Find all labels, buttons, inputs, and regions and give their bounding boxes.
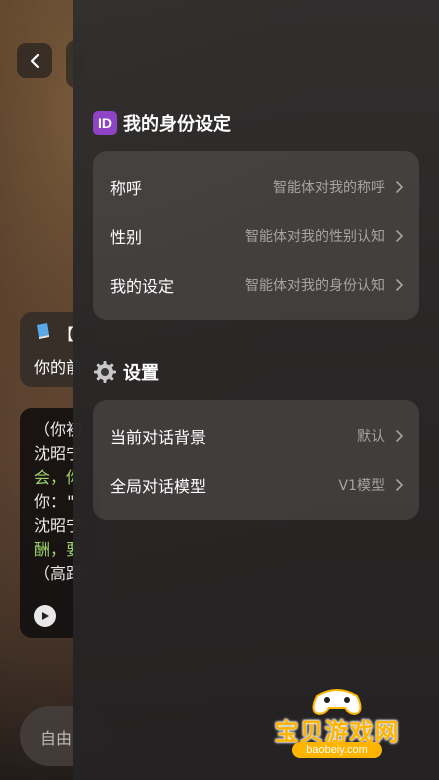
- row-label: 我的设定: [110, 276, 175, 296]
- watermark-url: baobeiy.com: [292, 742, 382, 758]
- chevron-right-icon: [396, 478, 404, 491]
- row-label: 称呼: [110, 178, 143, 198]
- chevron-right-icon: [396, 429, 404, 442]
- row-value: 默认: [357, 428, 385, 445]
- row-label: 性别: [110, 227, 143, 247]
- row-my-setting[interactable]: 我的设定 智能体对我的身份认知: [93, 260, 419, 309]
- settings-drawer: ID 我的身份设定 称呼 智能体对我的称呼 性别 智能体对我的性别认知 我的设定: [73, 0, 439, 780]
- message-input-placeholder: 自由: [40, 729, 73, 748]
- chevron-right-icon: [396, 180, 404, 193]
- row-label: 当前对话背景: [110, 427, 207, 447]
- identity-title: 我的身份设定: [123, 114, 231, 135]
- row-value: V1模型: [338, 477, 385, 494]
- book-icon: [34, 322, 52, 344]
- play-audio-button[interactable]: [34, 605, 56, 627]
- chevron-right-icon: [396, 229, 404, 242]
- row-gender[interactable]: 性别 智能体对我的性别认知: [93, 211, 419, 260]
- chevron-left-icon: [30, 53, 39, 68]
- row-chat-model[interactable]: 全局对话模型 V1模型: [93, 460, 419, 509]
- back-button[interactable]: [17, 43, 52, 78]
- row-value: 智能体对我的性别认知: [245, 228, 385, 245]
- identity-panel: 称呼 智能体对我的称呼 性别 智能体对我的性别认知 我的设定 智能体对我的身份认…: [93, 151, 419, 320]
- id-badge-icon: ID: [93, 111, 117, 135]
- watermark: 宝贝游戏网 baobeiy.com: [262, 686, 412, 766]
- play-icon: [42, 612, 49, 620]
- settings-title: 设置: [123, 363, 159, 384]
- settings-section-title: 设置: [93, 359, 159, 385]
- gear-icon: [94, 361, 116, 383]
- row-nickname[interactable]: 称呼 智能体对我的称呼: [93, 162, 419, 211]
- story-card-heading: 【: [58, 325, 75, 344]
- row-value: 智能体对我的称呼: [273, 179, 385, 196]
- row-value: 智能体对我的身份认知: [245, 277, 385, 294]
- identity-section-title: ID 我的身份设定: [93, 110, 231, 136]
- row-label: 全局对话模型: [110, 476, 207, 496]
- chevron-right-icon: [396, 278, 404, 291]
- row-chat-background[interactable]: 当前对话背景 默认: [93, 411, 419, 460]
- settings-panel: 当前对话背景 默认 全局对话模型 V1模型: [93, 400, 419, 520]
